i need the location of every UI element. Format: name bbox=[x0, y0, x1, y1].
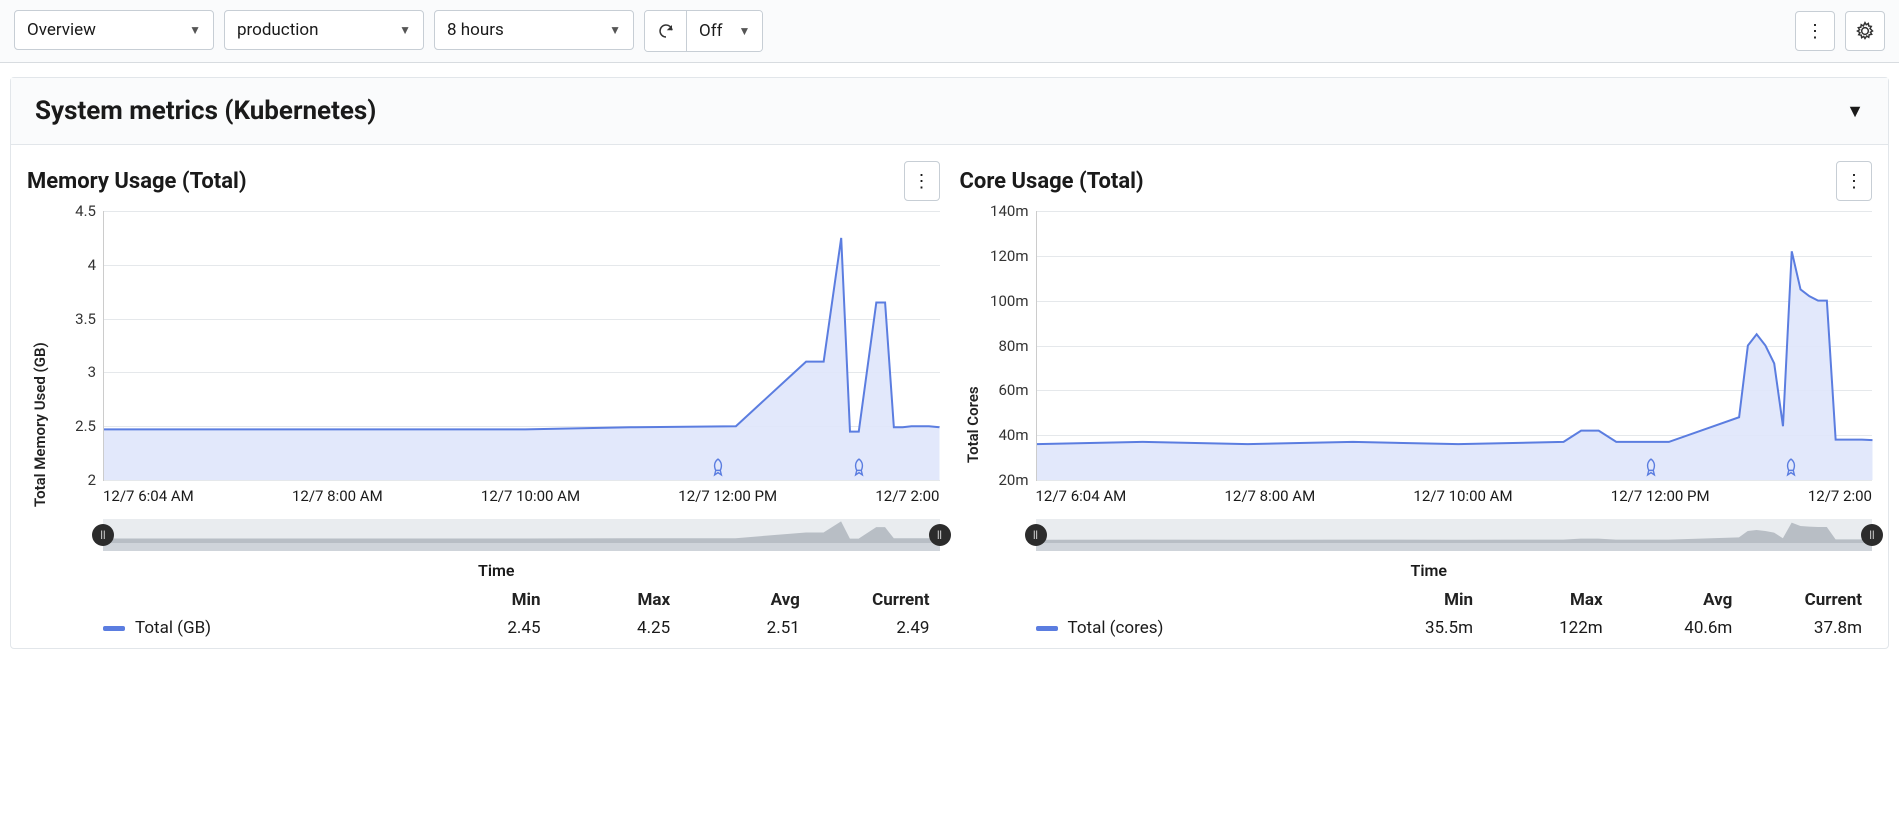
chart: Total Cores 20m40m60m80m100m120m140m 12/… bbox=[960, 211, 1873, 638]
env-select-label: production bbox=[237, 20, 318, 40]
scrubber-handle-right[interactable]: || bbox=[929, 524, 951, 546]
chevron-down-icon: ▼ bbox=[1846, 101, 1864, 122]
stats-table: Min Max Avg Current Total (GB) 2.45 4.25 bbox=[103, 590, 940, 638]
chart-area: 22.533.544.5 12/7 6:04 AM12/7 8:00 AM12/… bbox=[53, 211, 940, 638]
plot[interactable]: 20m40m60m80m100m120m140m bbox=[1036, 211, 1873, 481]
legend-label: Total (cores) bbox=[1068, 618, 1164, 638]
view-select-label: Overview bbox=[27, 20, 96, 40]
env-select[interactable]: production ▼ bbox=[224, 10, 424, 50]
stats-header-row: Min Max Avg Current bbox=[1036, 590, 1873, 610]
section-system-metrics: System metrics (Kubernetes) ▼ Memory Usa… bbox=[10, 77, 1889, 649]
y-axis-label: Total Cores bbox=[960, 211, 986, 638]
toolbar-left: Overview ▼ production ▼ 8 hours ▼ Off ▼ bbox=[14, 10, 763, 52]
legend-cell: Total (cores) bbox=[1036, 618, 1354, 638]
stat-max: 4.25 bbox=[551, 618, 681, 638]
section-title: System metrics (Kubernetes) bbox=[35, 96, 376, 126]
legend-swatch bbox=[103, 626, 125, 631]
scrubber-track bbox=[103, 543, 940, 551]
panel-header: Core Usage (Total) ⋮ bbox=[960, 155, 1873, 211]
stat-header: Current bbox=[810, 590, 940, 610]
refresh-interval-label: Off bbox=[699, 21, 723, 41]
panel-menu-button[interactable]: ⋮ bbox=[904, 161, 940, 201]
legend-swatch bbox=[1036, 626, 1058, 631]
stat-max: 122m bbox=[1483, 618, 1613, 638]
x-axis-label: Time bbox=[986, 561, 1873, 580]
kebab-icon: ⋮ bbox=[1806, 21, 1824, 42]
x-ticks: 12/7 6:04 AM12/7 8:00 AM12/7 10:00 AM12/… bbox=[1036, 487, 1873, 505]
refresh-button[interactable] bbox=[645, 11, 687, 51]
stats-table: Min Max Avg Current Total (cores) 35.5m … bbox=[1036, 590, 1873, 638]
stat-header: Min bbox=[421, 590, 551, 610]
time-scrubber[interactable]: || || bbox=[103, 519, 940, 551]
timerange-select[interactable]: 8 hours ▼ bbox=[434, 10, 634, 50]
chevron-down-icon: ▼ bbox=[739, 24, 751, 38]
kebab-icon: ⋮ bbox=[1845, 171, 1863, 192]
panels-row: Memory Usage (Total) ⋮ Total Memory Used… bbox=[11, 145, 1888, 648]
stats-header-row: Min Max Avg Current bbox=[103, 590, 940, 610]
x-ticks: 12/7 6:04 AM12/7 8:00 AM12/7 10:00 AM12/… bbox=[103, 487, 940, 505]
stat-header: Avg bbox=[1613, 590, 1743, 610]
legend-cell: Total (GB) bbox=[103, 618, 421, 638]
scrubber-handle-left[interactable]: || bbox=[92, 524, 114, 546]
scrubber-mini bbox=[1036, 519, 1873, 543]
panel-title: Memory Usage (Total) bbox=[27, 169, 247, 194]
scrubber-mini bbox=[103, 519, 940, 543]
refresh-interval-select[interactable]: Off ▼ bbox=[687, 11, 762, 51]
chevron-down-icon: ▼ bbox=[189, 23, 201, 37]
stat-min: 2.45 bbox=[421, 618, 551, 638]
legend-label: Total (GB) bbox=[135, 618, 211, 638]
y-axis-label: Total Memory Used (GB) bbox=[27, 211, 53, 638]
timerange-select-label: 8 hours bbox=[447, 20, 504, 40]
panel-header: Memory Usage (Total) ⋮ bbox=[27, 155, 940, 211]
stat-header: Current bbox=[1742, 590, 1872, 610]
stat-header: Max bbox=[1483, 590, 1613, 610]
scrubber-track bbox=[1036, 543, 1873, 551]
chevron-down-icon: ▼ bbox=[609, 23, 621, 37]
time-scrubber[interactable]: || || bbox=[1036, 519, 1873, 551]
view-select[interactable]: Overview ▼ bbox=[14, 10, 214, 50]
stat-avg: 40.6m bbox=[1613, 618, 1743, 638]
more-button[interactable]: ⋮ bbox=[1795, 11, 1835, 51]
chart: Total Memory Used (GB) 22.533.544.5 12/7… bbox=[27, 211, 940, 638]
x-axis-label: Time bbox=[53, 561, 940, 580]
chart-area: 20m40m60m80m100m120m140m 12/7 6:04 AM12/… bbox=[986, 211, 1873, 638]
scrubber-handle-right[interactable]: || bbox=[1861, 524, 1883, 546]
stats-row[interactable]: Total (cores) 35.5m 122m 40.6m 37.8m bbox=[1036, 618, 1873, 638]
stat-header: Min bbox=[1353, 590, 1483, 610]
scrubber-handle-left[interactable]: || bbox=[1025, 524, 1047, 546]
kebab-icon: ⋮ bbox=[913, 171, 931, 192]
panel-menu-button[interactable]: ⋮ bbox=[1836, 161, 1872, 201]
toolbar-right: ⋮ bbox=[1795, 11, 1885, 51]
panel-core-usage: Core Usage (Total) ⋮ Total Cores 20m40m6… bbox=[960, 155, 1873, 638]
stat-header: Avg bbox=[680, 590, 810, 610]
chevron-down-icon: ▼ bbox=[399, 23, 411, 37]
stat-current: 37.8m bbox=[1742, 618, 1872, 638]
gear-icon bbox=[1855, 21, 1875, 41]
section-header[interactable]: System metrics (Kubernetes) ▼ bbox=[11, 78, 1888, 145]
refresh-group: Off ▼ bbox=[644, 10, 763, 52]
panel-memory-usage: Memory Usage (Total) ⋮ Total Memory Used… bbox=[27, 155, 940, 638]
refresh-icon bbox=[657, 22, 675, 40]
stats-row[interactable]: Total (GB) 2.45 4.25 2.51 2.49 bbox=[103, 618, 940, 638]
toolbar: Overview ▼ production ▼ 8 hours ▼ Off ▼ … bbox=[0, 0, 1899, 63]
stat-min: 35.5m bbox=[1353, 618, 1483, 638]
panel-title: Core Usage (Total) bbox=[960, 169, 1144, 194]
stat-avg: 2.51 bbox=[680, 618, 810, 638]
stat-current: 2.49 bbox=[810, 618, 940, 638]
settings-button[interactable] bbox=[1845, 11, 1885, 51]
stat-header: Max bbox=[551, 590, 681, 610]
plot[interactable]: 22.533.544.5 bbox=[103, 211, 940, 481]
